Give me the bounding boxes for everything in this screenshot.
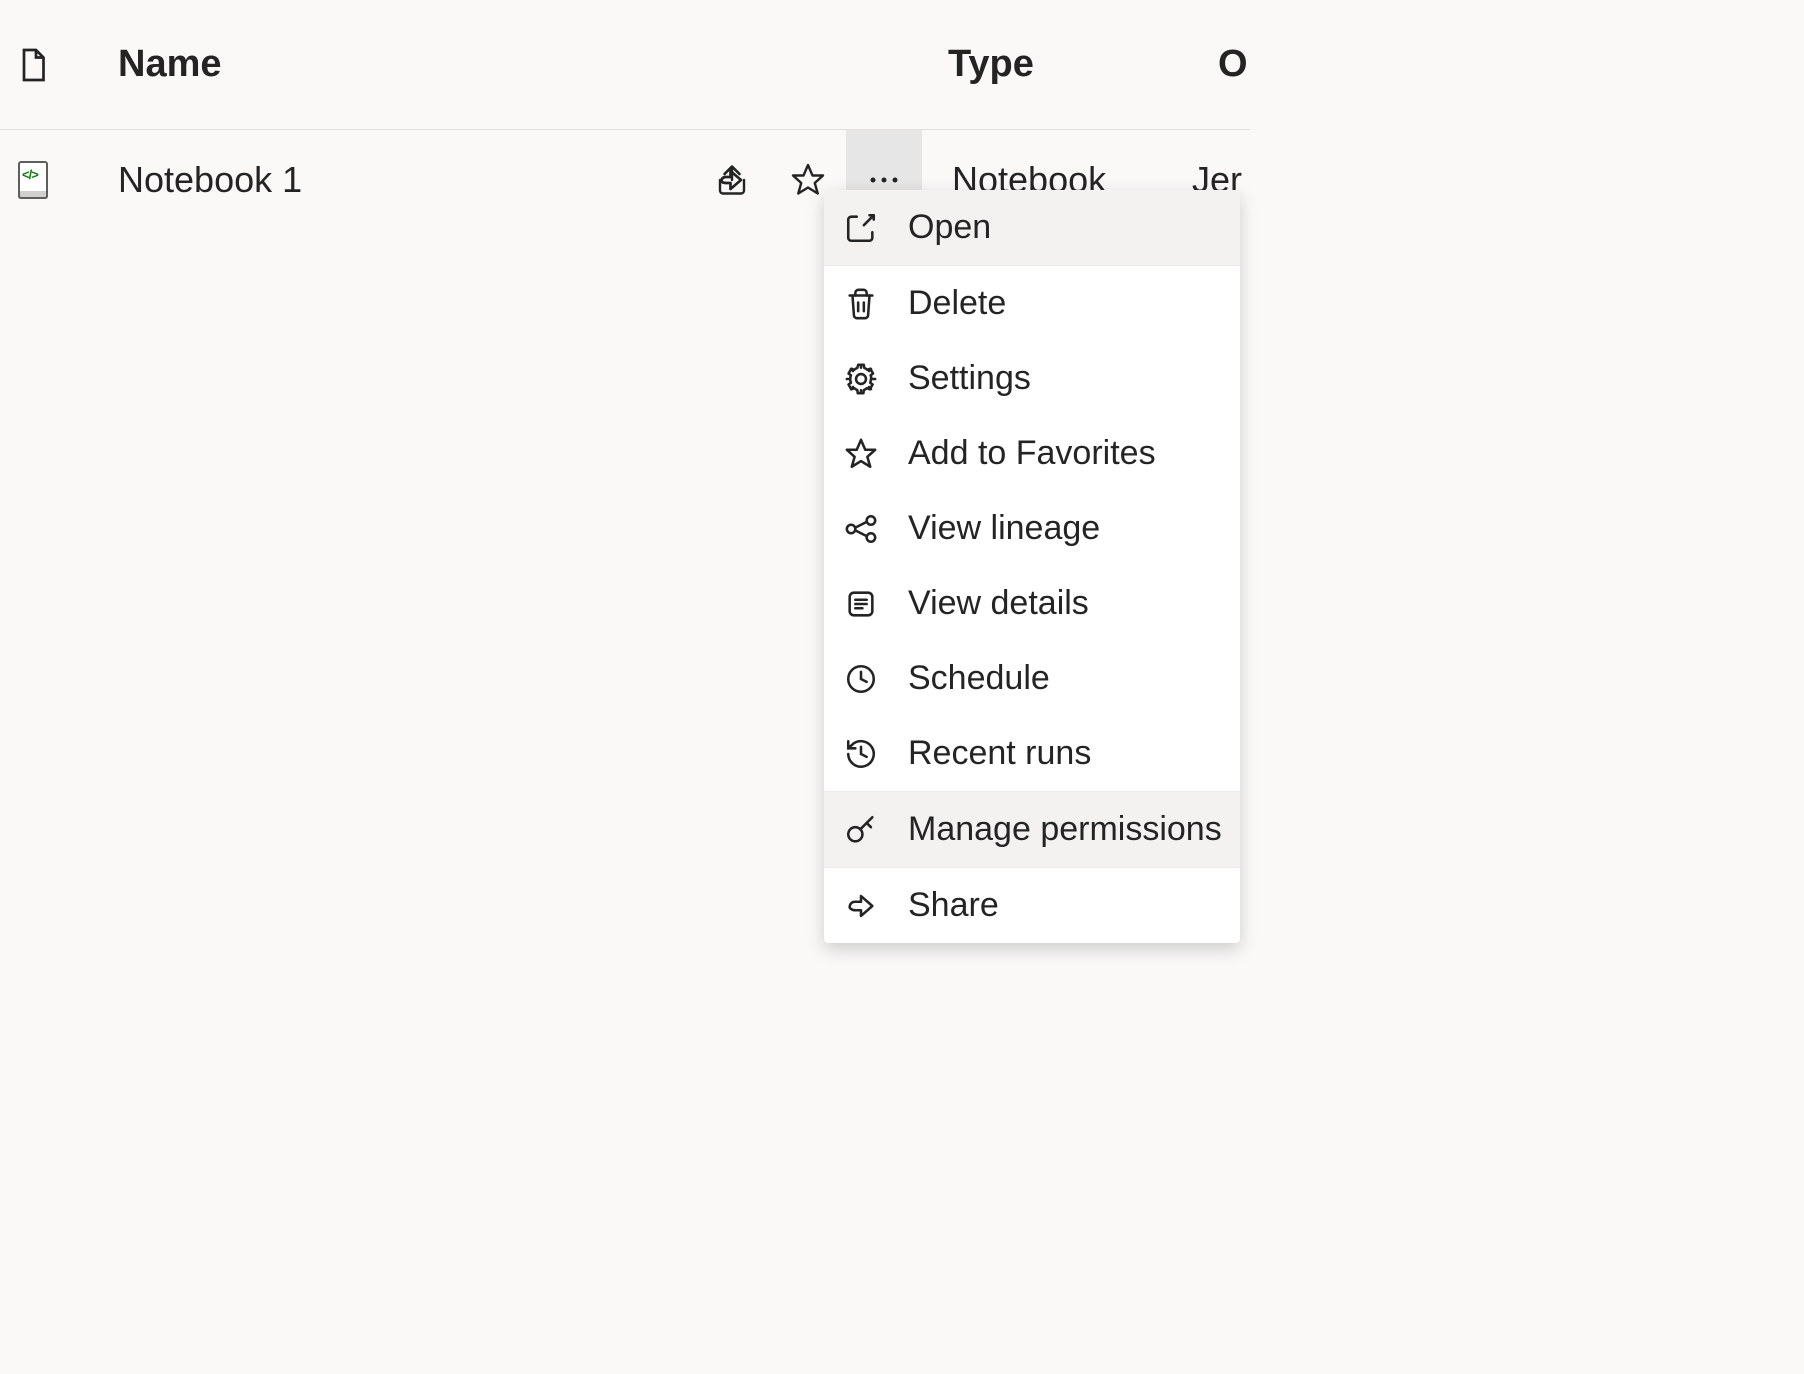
header-icon-column xyxy=(18,47,118,83)
lineage-icon xyxy=(844,512,908,546)
header-name[interactable]: Name xyxy=(118,43,948,86)
more-icon xyxy=(868,176,900,184)
menu-label: Open xyxy=(908,208,1240,247)
menu-item-schedule[interactable]: Schedule xyxy=(824,641,1240,716)
share-icon xyxy=(844,889,908,923)
menu-item-recent-runs[interactable]: Recent runs xyxy=(824,716,1240,791)
menu-label: View details xyxy=(908,584,1240,623)
menu-item-delete[interactable]: Delete xyxy=(824,266,1240,341)
menu-label: Schedule xyxy=(908,659,1240,698)
menu-label: Share xyxy=(908,886,1240,925)
share-button[interactable] xyxy=(694,130,770,230)
row-name[interactable]: Notebook 1 xyxy=(118,159,694,201)
file-icon xyxy=(18,47,48,83)
menu-item-favorites[interactable]: Add to Favorites xyxy=(824,416,1240,491)
menu-item-settings[interactable]: Settings xyxy=(824,341,1240,416)
menu-item-share[interactable]: Share xyxy=(824,868,1240,943)
star-icon xyxy=(844,437,908,471)
menu-label: Manage permissions xyxy=(908,810,1240,849)
star-icon xyxy=(790,162,826,198)
menu-label: Settings xyxy=(908,359,1240,398)
trash-icon xyxy=(844,287,908,321)
menu-label: View lineage xyxy=(908,509,1240,548)
share-icon xyxy=(714,162,750,198)
context-menu: Open Delete Settings Ad xyxy=(824,190,1240,943)
details-icon xyxy=(844,587,908,621)
clock-icon xyxy=(844,662,908,696)
notebook-icon xyxy=(18,161,48,199)
history-icon xyxy=(844,737,908,771)
menu-item-open[interactable]: Open xyxy=(824,190,1240,265)
gear-icon xyxy=(844,362,908,396)
menu-item-permissions[interactable]: Manage permissions xyxy=(824,792,1240,867)
menu-item-details[interactable]: View details xyxy=(824,566,1240,641)
row-icon-column xyxy=(18,161,118,199)
table-header-row: Name Type O xyxy=(0,0,1250,130)
menu-label: Delete xyxy=(908,284,1240,323)
key-icon xyxy=(844,813,908,847)
header-owner[interactable]: O xyxy=(1218,43,1248,86)
menu-label: Add to Favorites xyxy=(908,434,1240,473)
menu-label: Recent runs xyxy=(908,734,1240,773)
open-external-icon xyxy=(844,211,908,245)
header-type[interactable]: Type xyxy=(948,43,1218,86)
menu-item-lineage[interactable]: View lineage xyxy=(824,491,1240,566)
